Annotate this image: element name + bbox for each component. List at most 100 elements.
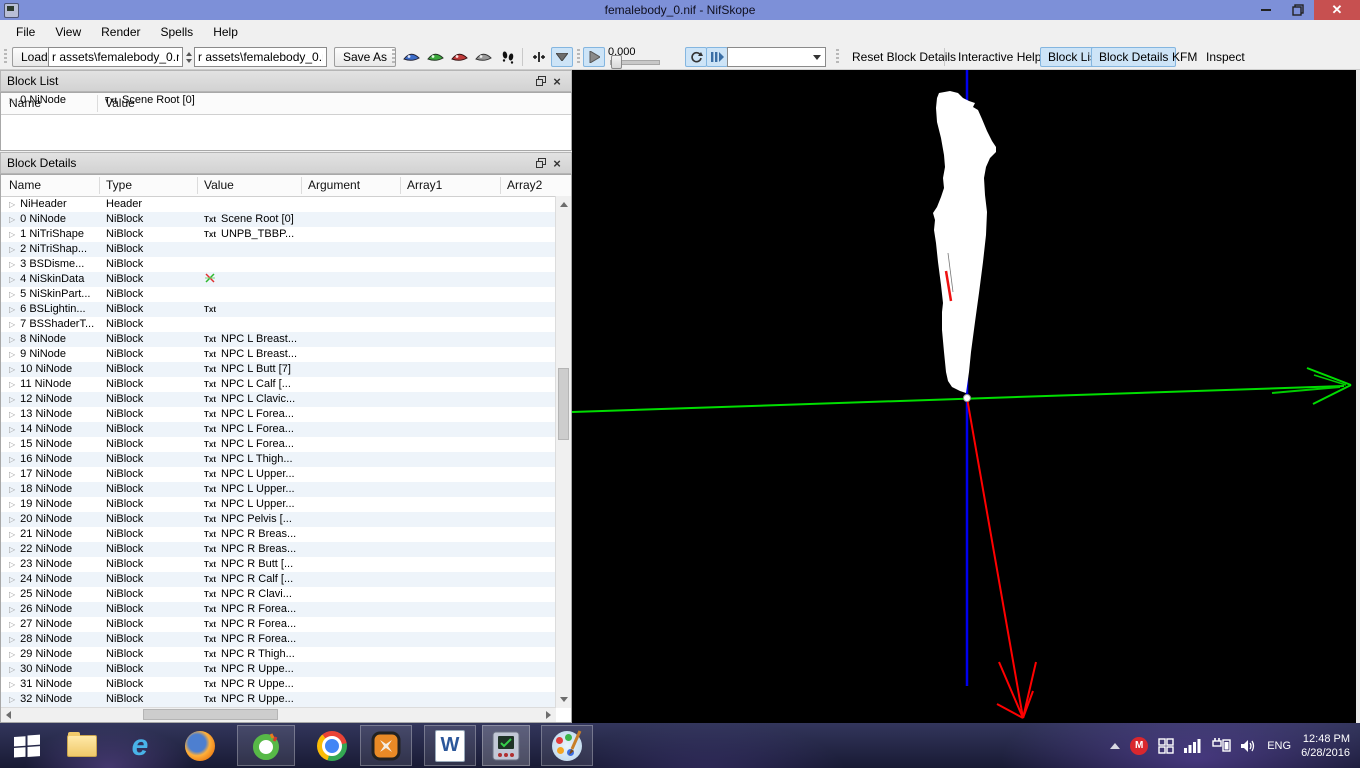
tray-expand-icon[interactable] bbox=[1110, 742, 1121, 749]
scroll-up-icon[interactable] bbox=[560, 202, 568, 207]
table-row[interactable]: ▷ 15 NiNode NiBlock Txt NPC L Forea... bbox=[1, 437, 556, 452]
network-signal-icon[interactable] bbox=[1184, 738, 1201, 753]
view-dropdown-button[interactable] bbox=[551, 47, 573, 67]
table-row[interactable]: ▷ 29 NiNode NiBlock Txt NPC R Thigh... bbox=[1, 647, 556, 662]
menu-render[interactable]: Render bbox=[91, 22, 150, 42]
taskbar-word[interactable]: W bbox=[424, 725, 476, 766]
toolbar-grip[interactable] bbox=[836, 49, 839, 65]
toolbar-grip[interactable] bbox=[392, 49, 395, 65]
taskbar-internet-explorer[interactable]: e bbox=[118, 725, 162, 766]
column-array2[interactable]: Array2 bbox=[507, 178, 542, 192]
table-row[interactable]: ▷ 23 NiNode NiBlock Txt NPC R Butt [... bbox=[1, 557, 556, 572]
start-button[interactable] bbox=[6, 725, 48, 766]
mega-tray-icon[interactable]: M bbox=[1130, 736, 1149, 755]
playback-mode-icon[interactable] bbox=[706, 47, 728, 67]
float-panel-icon[interactable] bbox=[533, 73, 549, 89]
table-row[interactable]: ▷ 22 NiNode NiBlock Txt NPC R Breas... bbox=[1, 542, 556, 557]
table-row[interactable]: ▷ 20 NiNode NiBlock Txt NPC Pelvis [... bbox=[1, 512, 556, 527]
red-eye-icon[interactable] bbox=[448, 47, 470, 67]
animation-select[interactable] bbox=[727, 47, 826, 67]
table-row[interactable]: ▷ 30 NiNode NiBlock Txt NPC R Uppe... bbox=[1, 662, 556, 677]
block-details-toggle[interactable]: Block Details bbox=[1091, 47, 1177, 67]
title-bar[interactable]: femalebody_0.nif - NifSkope ✕ bbox=[0, 0, 1360, 20]
column-type[interactable]: Type bbox=[106, 178, 132, 192]
toolbar-grip[interactable] bbox=[4, 49, 7, 65]
minimize-button[interactable] bbox=[1250, 0, 1282, 20]
windows-tray-icon[interactable] bbox=[1158, 737, 1174, 754]
horizontal-scroll-thumb[interactable] bbox=[143, 709, 278, 720]
menu-help[interactable]: Help bbox=[203, 22, 248, 42]
vertical-scroll-thumb[interactable] bbox=[558, 368, 569, 440]
table-row[interactable]: ▷ 27 NiNode NiBlock Txt NPC R Forea... bbox=[1, 617, 556, 632]
3d-viewport[interactable] bbox=[571, 70, 1356, 723]
table-row[interactable]: ▷ 10 NiNode NiBlock Txt NPC L Butt [7] bbox=[1, 362, 556, 377]
table-row[interactable]: ▷ 0 NiNode Txt Scene Root [0] bbox=[1, 93, 557, 108]
table-row[interactable]: ▷ 26 NiNode NiBlock Txt NPC R Forea... bbox=[1, 602, 556, 617]
menu-spells[interactable]: Spells bbox=[151, 22, 204, 42]
table-row[interactable]: ▷ 16 NiNode NiBlock Txt NPC L Thigh... bbox=[1, 452, 556, 467]
column-value[interactable]: Value bbox=[204, 178, 234, 192]
float-panel-icon[interactable] bbox=[533, 155, 549, 171]
language-indicator[interactable]: ENG bbox=[1267, 740, 1291, 752]
restore-button[interactable] bbox=[1282, 0, 1314, 20]
table-row[interactable]: ▷ 28 NiNode NiBlock Txt NPC R Forea... bbox=[1, 632, 556, 647]
table-row[interactable]: ▷ 12 NiNode NiBlock Txt NPC L Clavic... bbox=[1, 392, 556, 407]
footprints-icon[interactable] bbox=[497, 47, 519, 67]
horizontal-scrollbar[interactable] bbox=[1, 707, 556, 722]
toolbar-grip[interactable] bbox=[577, 49, 580, 65]
path-spinner[interactable] bbox=[184, 48, 193, 66]
column-name[interactable]: Name bbox=[9, 178, 41, 192]
column-argument[interactable]: Argument bbox=[308, 178, 360, 192]
table-row[interactable]: ▷ 5 NiSkinPart... NiBlock bbox=[1, 287, 556, 302]
battery-power-icon[interactable] bbox=[1211, 738, 1231, 753]
model-silhouette[interactable] bbox=[933, 91, 996, 393]
inspect-toggle[interactable]: Inspect bbox=[1199, 47, 1252, 67]
vertical-scrollbar[interactable] bbox=[555, 196, 571, 708]
table-row[interactable]: ▷ 8 NiNode NiBlock Txt NPC L Breast... bbox=[1, 332, 556, 347]
table-row[interactable]: ▷ 13 NiNode NiBlock Txt NPC L Forea... bbox=[1, 407, 556, 422]
table-row[interactable]: ▷ 32 NiNode NiBlock Txt NPC R Uppe... bbox=[1, 692, 556, 707]
interactive-help-button[interactable]: Interactive Help bbox=[951, 47, 1048, 67]
loop-icon[interactable] bbox=[685, 47, 707, 67]
taskbar-file-explorer[interactable] bbox=[60, 725, 104, 766]
table-row[interactable]: ▷ 18 NiNode NiBlock Txt NPC L Upper... bbox=[1, 482, 556, 497]
gray-eye-icon[interactable] bbox=[472, 47, 494, 67]
load-path-input[interactable] bbox=[48, 47, 183, 67]
menu-view[interactable]: View bbox=[45, 22, 91, 42]
table-row[interactable]: ▷ 1 NiTriShape NiBlock Txt UNPB_TBBP... bbox=[1, 227, 556, 242]
close-panel-icon[interactable]: × bbox=[549, 155, 565, 171]
volume-icon[interactable] bbox=[1241, 739, 1257, 753]
taskbar-green-browser[interactable] bbox=[237, 725, 295, 766]
table-row[interactable]: ▷ 4 NiSkinData NiBlock bbox=[1, 272, 556, 287]
table-row[interactable]: ▷ 17 NiNode NiBlock Txt NPC L Upper... bbox=[1, 467, 556, 482]
close-button[interactable]: ✕ bbox=[1314, 0, 1360, 20]
table-row[interactable]: ▷ 7 BSShaderT... NiBlock bbox=[1, 317, 556, 332]
scroll-left-icon[interactable] bbox=[6, 711, 11, 719]
taskbar-firefox[interactable] bbox=[178, 725, 222, 766]
axis-adjust-icon[interactable] bbox=[528, 47, 550, 67]
table-row[interactable]: ▷ 24 NiNode NiBlock Txt NPC R Calf [... bbox=[1, 572, 556, 587]
menu-file[interactable]: File bbox=[6, 22, 45, 42]
clock[interactable]: 12:48 PM 6/28/2016 bbox=[1301, 732, 1350, 760]
table-row[interactable]: ▷ 6 BSLightin... NiBlock Txt bbox=[1, 302, 556, 317]
table-row[interactable]: ▷ 9 NiNode NiBlock Txt NPC L Breast... bbox=[1, 347, 556, 362]
close-panel-icon[interactable]: × bbox=[549, 73, 565, 89]
table-row[interactable]: ▷ 25 NiNode NiBlock Txt NPC R Clavi... bbox=[1, 587, 556, 602]
table-row[interactable]: ▷ 0 NiNode NiBlock Txt Scene Root [0] bbox=[1, 212, 556, 227]
play-button[interactable] bbox=[583, 47, 605, 67]
taskbar-paint-tool[interactable] bbox=[541, 725, 593, 766]
column-array1[interactable]: Array1 bbox=[407, 178, 442, 192]
table-row[interactable]: ▷ 2 NiTriShap... NiBlock bbox=[1, 242, 556, 257]
table-row[interactable]: ▷ NiHeader Header bbox=[1, 197, 556, 212]
table-row[interactable]: ▷ 3 BSDisme... NiBlock bbox=[1, 257, 556, 272]
taskbar-nifskope[interactable] bbox=[482, 725, 530, 766]
animation-slider-thumb[interactable] bbox=[611, 55, 622, 69]
table-row[interactable]: ▷ 14 NiNode NiBlock Txt NPC L Forea... bbox=[1, 422, 556, 437]
save-path-input[interactable] bbox=[194, 47, 327, 67]
scroll-right-icon[interactable] bbox=[546, 711, 551, 719]
green-eye-icon[interactable] bbox=[424, 47, 446, 67]
taskbar-chrome[interactable] bbox=[310, 725, 354, 766]
blue-eye-icon[interactable] bbox=[400, 47, 422, 67]
table-row[interactable]: ▷ 21 NiNode NiBlock Txt NPC R Breas... bbox=[1, 527, 556, 542]
reset-block-details-button[interactable]: Reset Block Details bbox=[845, 47, 963, 67]
